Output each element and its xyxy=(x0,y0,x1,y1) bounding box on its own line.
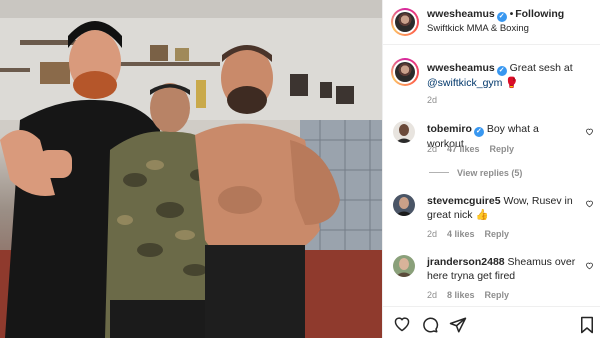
heart-icon[interactable] xyxy=(393,316,411,332)
view-replies-label: View replies (5) xyxy=(457,168,523,178)
comment-meta: 2d 4 likes Reply xyxy=(427,229,519,239)
caption-meta: 2d xyxy=(427,95,447,105)
verified-badge-icon: ✓ xyxy=(496,66,507,76)
post-header: wwesheamus ✓ • Following Swiftkick MMA & Bo… xyxy=(383,0,600,45)
author-line: wwesheamus ✓ • Following xyxy=(427,8,564,22)
comment-username[interactable]: tobemiro xyxy=(427,123,472,135)
comment-age[interactable]: 2d xyxy=(427,144,437,154)
reply-button[interactable]: Reply xyxy=(485,290,510,300)
comment-like-heart-icon[interactable] xyxy=(585,127,594,136)
caption-text: Great sesh at xyxy=(509,62,573,74)
author-username[interactable]: wwesheamus xyxy=(427,8,495,20)
comment-meta: 2d 47 likes Reply xyxy=(427,144,524,154)
bookmark-icon[interactable] xyxy=(579,316,595,334)
caption-age[interactable]: 2d xyxy=(427,95,437,105)
commenter-avatar[interactable] xyxy=(393,121,415,143)
comment-age[interactable]: 2d xyxy=(427,290,437,300)
view-replies-button[interactable]: View replies (5) xyxy=(429,168,522,178)
verified-badge-icon: ✓ xyxy=(496,12,507,22)
separator-dot: • xyxy=(509,9,514,20)
caption-username[interactable]: wwesheamus xyxy=(427,62,495,74)
comment-likes[interactable]: 47 likes xyxy=(447,144,480,154)
comment-icon[interactable] xyxy=(421,316,439,334)
commenter-avatar[interactable] xyxy=(393,255,415,277)
comment-age[interactable]: 2d xyxy=(427,229,437,239)
reply-button[interactable]: Reply xyxy=(490,144,515,154)
action-bar xyxy=(383,306,600,338)
post-photo[interactable] xyxy=(0,0,382,338)
following-button[interactable]: Following xyxy=(515,8,564,20)
caption-avatar[interactable] xyxy=(391,58,419,86)
comment: jranderson2488 Sheamus over here tryna g… xyxy=(427,255,577,283)
comment: stevemcguire5 Wow, Rusev in great nick 👍 xyxy=(427,194,577,222)
share-icon[interactable] xyxy=(449,316,467,334)
comment-likes[interactable]: 8 likes xyxy=(447,290,475,300)
author-avatar[interactable] xyxy=(391,8,419,36)
verified-badge-icon: ✓ xyxy=(473,127,484,137)
comment-like-heart-icon[interactable] xyxy=(585,199,594,208)
comment-like-heart-icon[interactable] xyxy=(585,261,594,270)
commenter-avatar[interactable] xyxy=(393,194,415,216)
boxing-glove-icon: 🥊 xyxy=(505,77,519,89)
comment-meta: 2d 8 likes Reply xyxy=(427,290,519,300)
caption-mention[interactable]: @swiftkick_gym xyxy=(427,77,502,89)
caption: wwesheamus ✓ Great sesh at @swiftkick_gym… xyxy=(427,61,595,90)
post-sidebar: wwesheamus ✓ • Following Swiftkick MMA & Bo… xyxy=(382,0,600,338)
location-link[interactable]: Swiftkick MMA & Boxing xyxy=(427,23,529,34)
comment-likes[interactable]: 4 likes xyxy=(447,229,475,239)
comment-username[interactable]: jranderson2488 xyxy=(427,256,505,268)
replies-divider xyxy=(429,172,449,173)
reply-button[interactable]: Reply xyxy=(485,229,510,239)
comment-username[interactable]: stevemcguire5 xyxy=(427,195,501,207)
photo-illustration xyxy=(0,0,382,338)
